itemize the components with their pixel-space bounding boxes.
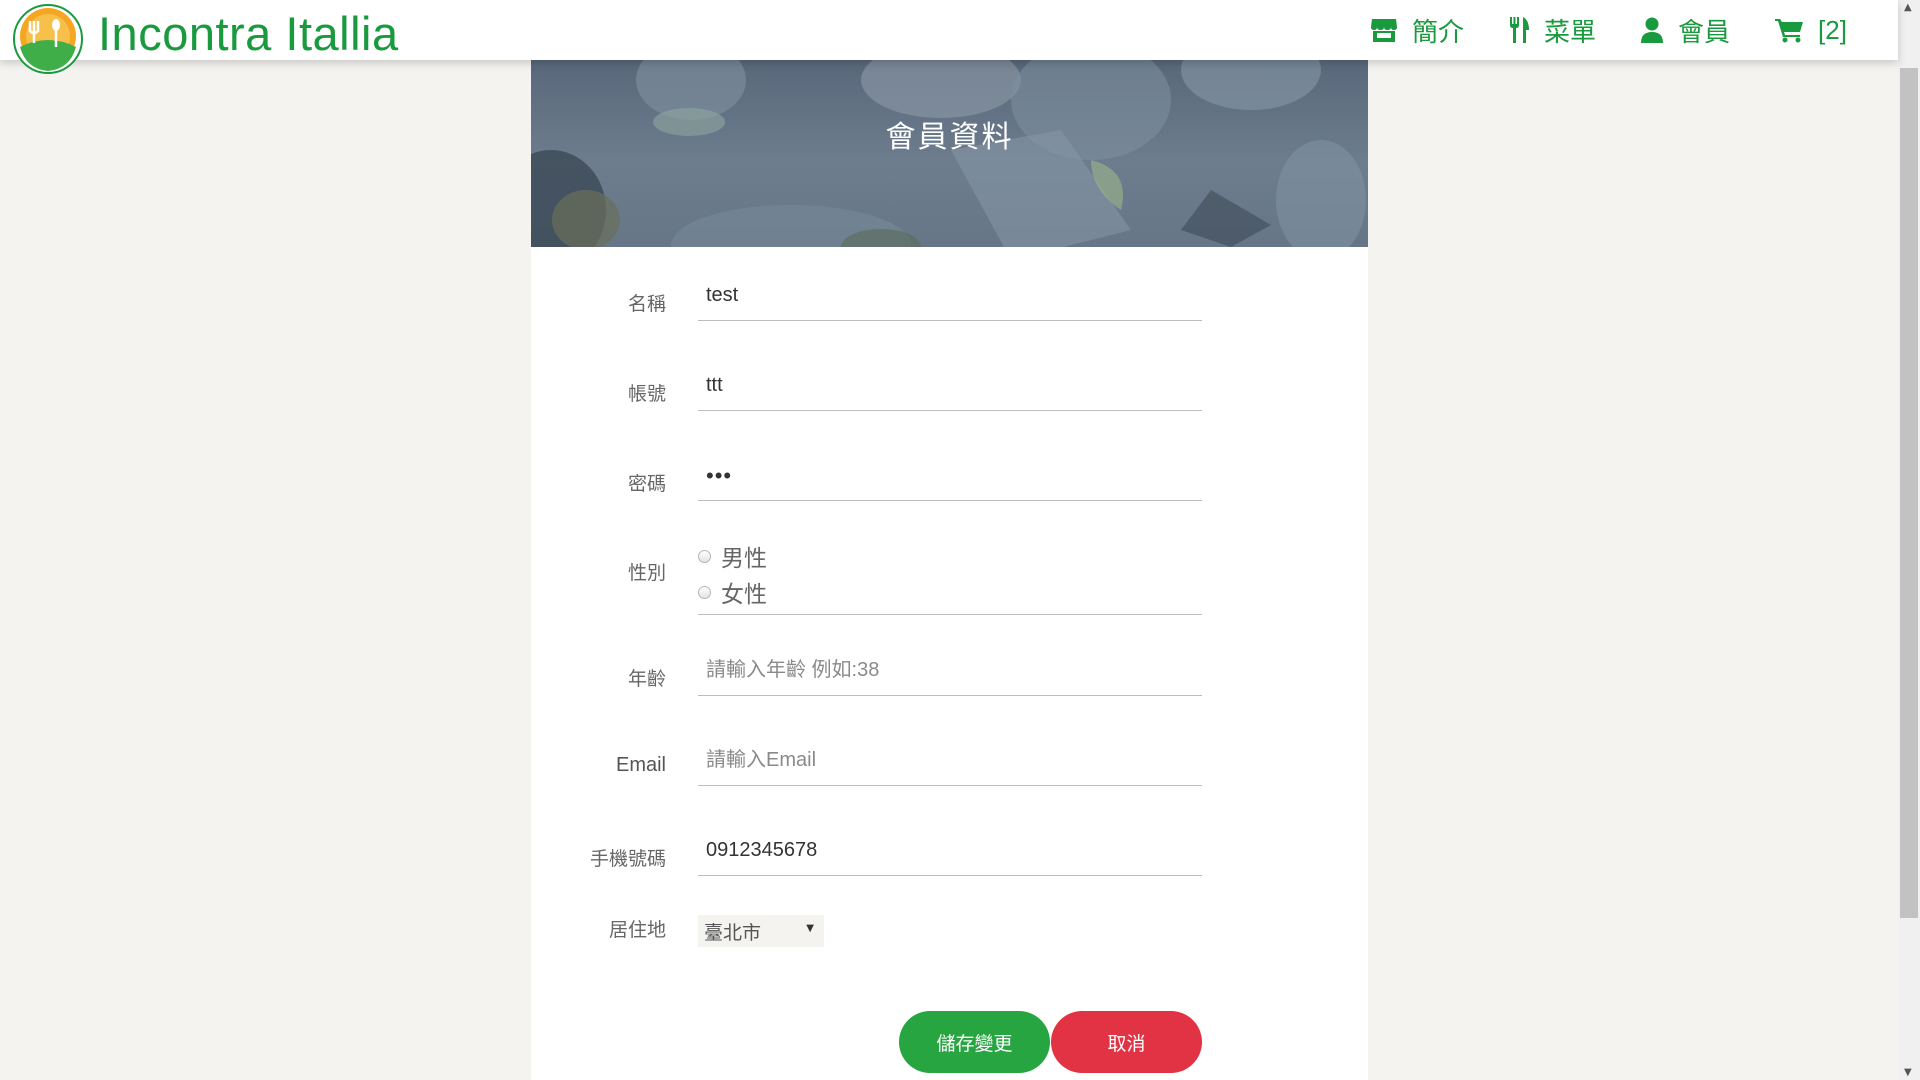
city-label: 居住地 xyxy=(608,919,666,941)
utensils-icon xyxy=(1510,17,1530,43)
gender-label: 性別 xyxy=(627,562,666,584)
scroll-down-arrow-icon[interactable]: ▼ xyxy=(1904,1067,1912,1078)
store-icon xyxy=(1371,19,1397,42)
radio-male[interactable] xyxy=(698,549,711,563)
nav-member[interactable]: 會員 xyxy=(1640,12,1730,49)
vertical-scrollbar[interactable]: ▲ ▼ xyxy=(1898,0,1920,1080)
cart-count: [2] xyxy=(1818,14,1847,45)
cancel-button[interactable]: 取消 xyxy=(1051,1011,1202,1073)
top-navbar: Incontra Itallia 簡介 菜單 會員 [2] xyxy=(0,0,1898,74)
user-icon xyxy=(1641,17,1664,43)
nav-menu-label: 菜單 xyxy=(1544,17,1597,48)
password-label: 密碼 xyxy=(627,473,666,495)
gender-male-label: 男性 xyxy=(721,546,767,572)
phone-label: 手機號碼 xyxy=(589,848,666,870)
gender-radio-group: 男性 女性 xyxy=(698,538,1202,615)
brand-logo-icon xyxy=(13,4,83,74)
account-label: 帳號 xyxy=(627,383,666,405)
member-profile-card: 會員資料 名稱 帳號 密碼 性別 男性 女性 年齡 xyxy=(531,60,1368,1080)
nav-cart[interactable]: [2] xyxy=(1774,15,1847,46)
page-title: 會員資料 xyxy=(885,120,1014,155)
name-label: 名稱 xyxy=(627,293,666,315)
shopping-cart-icon xyxy=(1775,19,1804,43)
city-select-value: 臺北市 xyxy=(704,921,762,944)
nav-intro-label: 簡介 xyxy=(1412,17,1465,48)
scroll-up-arrow-icon[interactable]: ▲ xyxy=(1904,2,1912,13)
age-label: 年齡 xyxy=(627,668,666,690)
nav-menu[interactable]: 菜單 xyxy=(1508,12,1596,49)
email-input[interactable] xyxy=(698,736,1202,786)
age-input[interactable] xyxy=(698,646,1202,696)
radio-female[interactable] xyxy=(698,585,711,599)
nav-links: 簡介 菜單 會員 [2] xyxy=(1370,0,1847,60)
brand[interactable]: Incontra Itallia xyxy=(12,3,399,75)
account-input[interactable] xyxy=(698,361,1202,411)
brand-name: Incontra Itallia xyxy=(98,7,399,60)
gender-option-male[interactable]: 男性 xyxy=(698,538,1202,574)
name-input[interactable] xyxy=(698,271,1202,321)
nav-member-label: 會員 xyxy=(1678,17,1731,48)
banner: 會員資料 xyxy=(531,60,1368,247)
city-select[interactable]: 臺北市 ▼ xyxy=(698,915,824,947)
nav-intro[interactable]: 簡介 xyxy=(1370,12,1464,49)
email-label: Email xyxy=(615,754,666,776)
password-input[interactable] xyxy=(698,451,1202,501)
save-button[interactable]: 儲存變更 xyxy=(899,1011,1050,1073)
gender-option-female[interactable]: 女性 xyxy=(698,574,1202,610)
gender-female-label: 女性 xyxy=(721,582,767,608)
phone-input[interactable] xyxy=(698,826,1202,876)
scrollbar-thumb[interactable] xyxy=(1900,68,1918,918)
dropdown-arrow-icon: ▼ xyxy=(806,923,814,934)
